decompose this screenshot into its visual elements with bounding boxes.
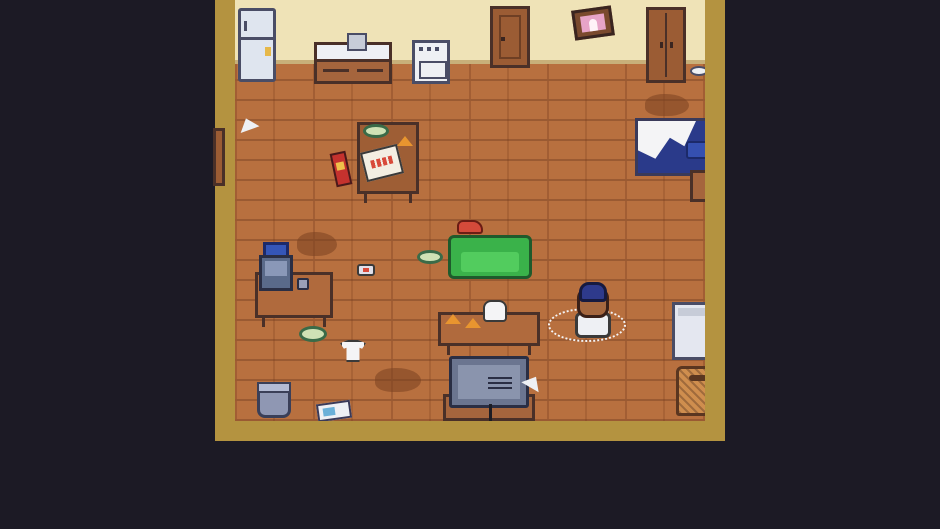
sock-icon[interactable] bbox=[690, 66, 705, 76]
tv-icon[interactable] bbox=[449, 356, 529, 408]
sofa-icon[interactable] bbox=[448, 235, 532, 279]
table-leg bbox=[528, 343, 531, 355]
back-wall bbox=[235, 0, 705, 64]
pizza-slice-icon[interactable] bbox=[445, 314, 461, 324]
wardrobe-knob bbox=[670, 42, 673, 48]
desk-leg bbox=[262, 315, 265, 327]
magazine-icon[interactable] bbox=[315, 399, 353, 421]
computer-monitor-icon[interactable] bbox=[259, 255, 293, 291]
room-interior bbox=[235, 0, 705, 421]
fridge-icon[interactable] bbox=[238, 8, 276, 82]
door-icon[interactable] bbox=[490, 6, 530, 68]
plate-icon[interactable] bbox=[363, 124, 389, 138]
drawer bbox=[357, 69, 383, 72]
table-leg bbox=[409, 191, 412, 203]
laundry-basket-icon[interactable] bbox=[676, 366, 705, 416]
picture-frame-icon[interactable] bbox=[571, 5, 615, 41]
pizza-slice-icon[interactable] bbox=[397, 136, 413, 146]
washing-machine-icon[interactable] bbox=[672, 302, 705, 360]
mug-icon[interactable] bbox=[297, 278, 309, 290]
door-knob bbox=[501, 37, 505, 41]
fridge-note bbox=[265, 47, 271, 56]
stove-knobs bbox=[419, 47, 443, 51]
sink-counter-icon[interactable] bbox=[314, 33, 392, 84]
wardrobe-icon[interactable] bbox=[646, 7, 686, 83]
oven-door bbox=[419, 61, 447, 79]
player-character-icon[interactable] bbox=[569, 282, 611, 338]
wardrobe-knob bbox=[660, 42, 663, 48]
side-door[interactable] bbox=[213, 128, 225, 186]
desk-leg bbox=[323, 315, 326, 327]
nightstand-icon[interactable] bbox=[690, 170, 705, 202]
floor-stain bbox=[375, 368, 421, 392]
plate-icon[interactable] bbox=[299, 326, 327, 342]
player-hair bbox=[579, 282, 607, 302]
tv-cable bbox=[489, 404, 492, 421]
tv-vent bbox=[488, 375, 512, 389]
teapot-icon[interactable] bbox=[483, 300, 507, 322]
table-leg bbox=[447, 343, 450, 355]
drawer bbox=[323, 69, 349, 72]
fridge-handle bbox=[244, 21, 247, 31]
plate-icon[interactable] bbox=[417, 250, 443, 264]
soda-can-icon[interactable] bbox=[357, 264, 375, 276]
bed-icon[interactable] bbox=[635, 118, 705, 176]
faucet-icon bbox=[347, 33, 367, 51]
pillow-icon bbox=[686, 141, 705, 159]
trash-can-icon[interactable] bbox=[257, 382, 291, 418]
floor-stain bbox=[645, 94, 689, 116]
table-leg bbox=[364, 191, 367, 203]
pizza-slice-icon[interactable] bbox=[465, 318, 481, 328]
red-cloth-icon[interactable] bbox=[457, 220, 483, 234]
stove-icon[interactable] bbox=[412, 40, 450, 84]
floor-stain bbox=[297, 232, 337, 256]
room-wall-trim bbox=[213, 0, 725, 441]
